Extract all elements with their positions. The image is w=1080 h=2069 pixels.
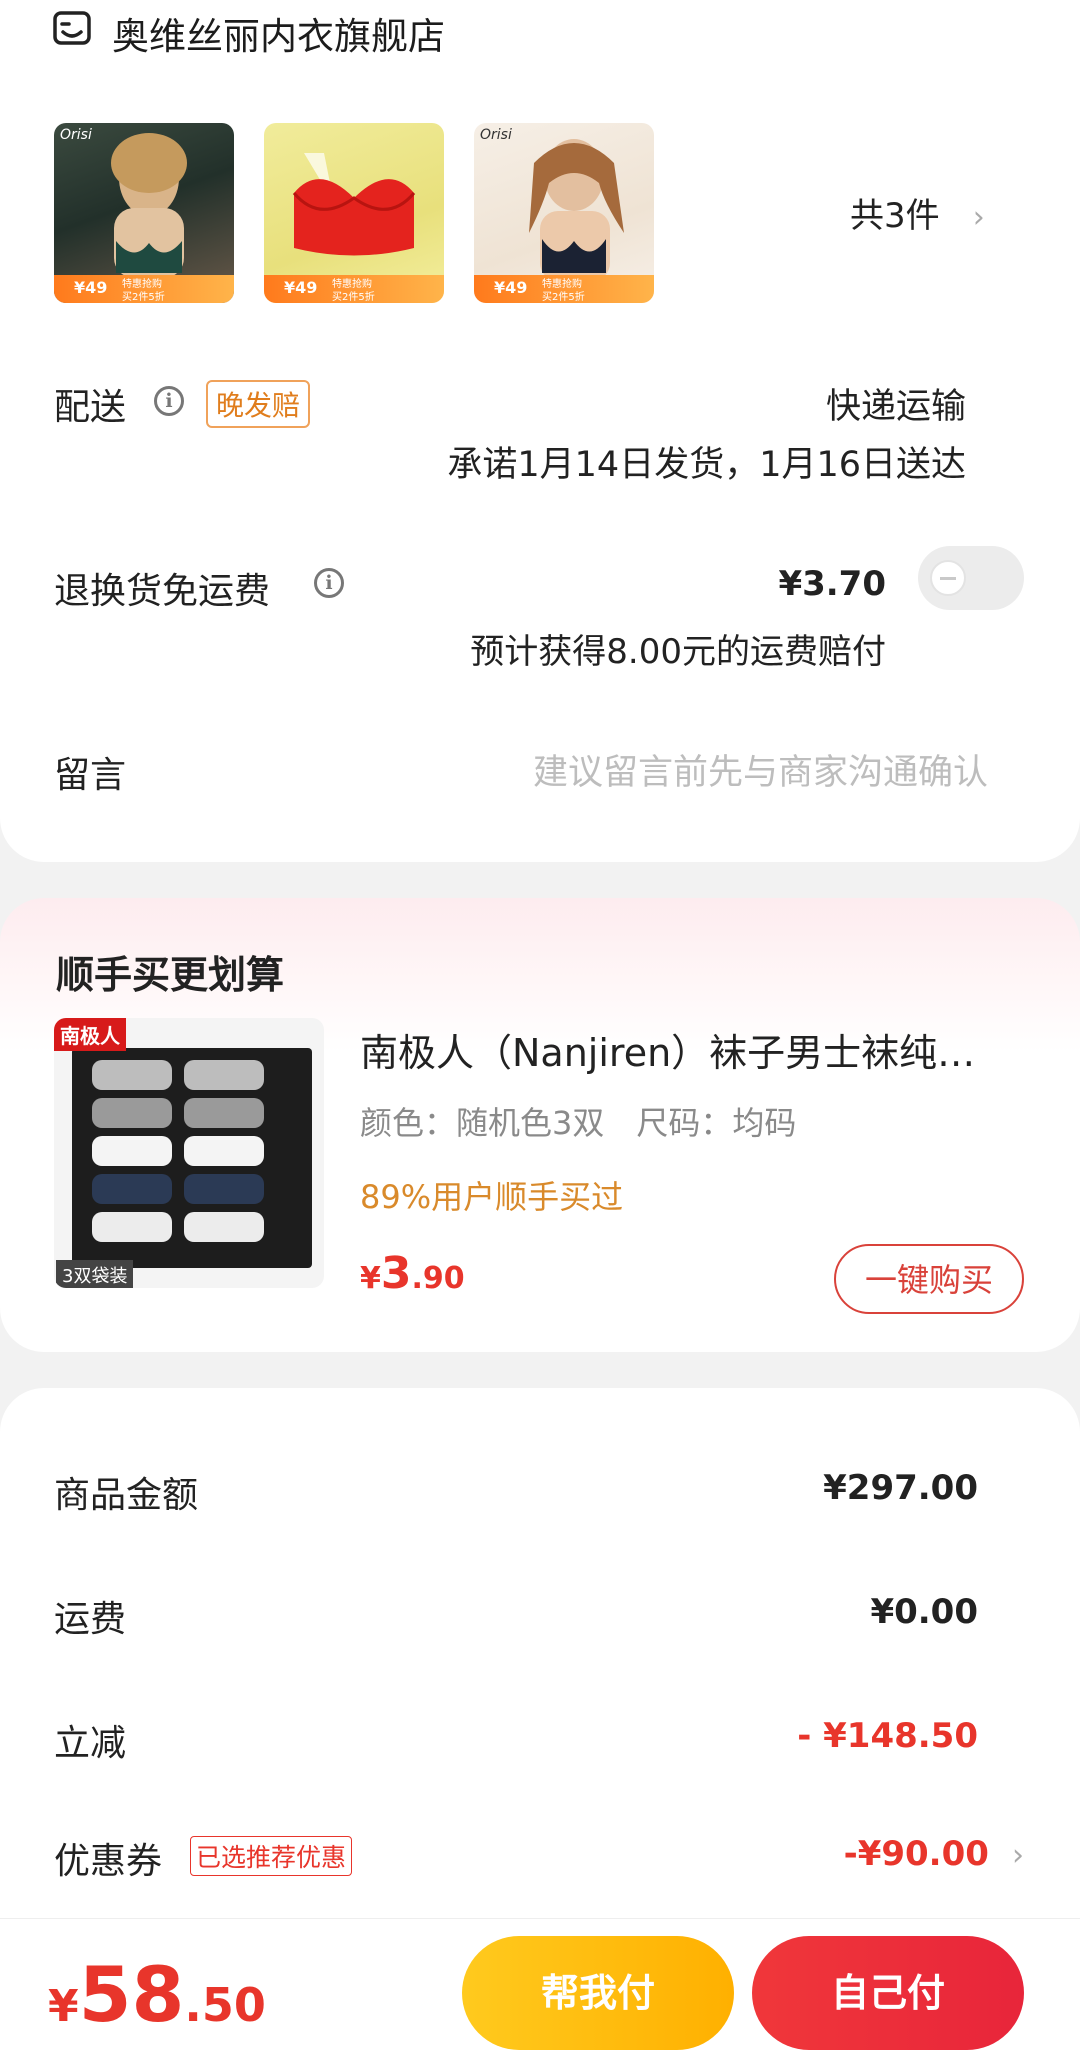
product-count-label: 共3件 — [850, 196, 940, 236]
order-card: 奥维丝丽内衣旗舰店 Orisi ¥49 特惠抢购 买2件5折 ¥49 特惠抢购 … — [0, 0, 1080, 862]
help-pay-button[interactable]: 帮我付 — [462, 1936, 734, 2050]
upsell-product-stat: 89%用户顺手买过 — [360, 1178, 624, 1216]
brand-mark: 南极人 — [54, 1018, 126, 1051]
one-click-buy-button[interactable]: 一键购买 — [834, 1244, 1024, 1314]
subtotal-label: 商品金额 — [54, 1475, 199, 1516]
product-promo-tag: ¥49 特惠抢购 买2件5折 — [474, 275, 654, 303]
upsell-product-image[interactable]: 南极人 3双袋装 — [54, 1018, 324, 1288]
product-brand-mark: Orisi — [60, 127, 92, 143]
discount-label: 立减 — [54, 1723, 127, 1764]
coupon-value: -¥90.00 — [843, 1834, 989, 1874]
self-pay-button[interactable]: 自己付 — [752, 1936, 1024, 2050]
message-input[interactable]: 建议留言前先与商家沟通确认 — [533, 744, 988, 795]
chevron-right-icon: › — [1012, 1838, 1024, 1873]
product-thumb[interactable]: Orisi ¥49 特惠抢购 买2件5折 — [54, 123, 234, 303]
late-ship-badge: 晚发赔 — [206, 380, 311, 428]
upsell-product-name[interactable]: 南极人（Nanjiren）袜子男士袜纯… — [360, 1022, 975, 1077]
total-price: ¥58.50 — [48, 1950, 266, 2039]
promo-text: 买2件5折 — [332, 292, 375, 303]
info-icon[interactable]: i — [314, 568, 344, 598]
store-name[interactable]: 奥维丝丽内衣旗舰店 — [112, 6, 445, 60]
return-insurance-price: ¥3.70 — [778, 564, 886, 604]
message-label: 留言 — [54, 755, 127, 796]
subtotal-value: ¥297.00 — [823, 1468, 978, 1508]
upsell-product-spec: 颜色：随机色3双 尺码：均码 — [360, 1104, 797, 1142]
product-count-link[interactable]: 共3件 › — [850, 188, 985, 238]
product-promo-tag: ¥49 特惠抢购 买2件5折 — [54, 275, 234, 303]
coupon-row[interactable]: -¥90.00 › — [844, 1834, 1024, 1874]
return-insurance-note: 预计获得8.00元的运费赔付 — [470, 632, 886, 672]
product-thumb[interactable]: ¥49 特惠抢购 买2件5折 — [264, 123, 444, 303]
total-integer: 58 — [78, 1950, 185, 2039]
product-promo-tag: ¥49 特惠抢购 买2件5折 — [264, 275, 444, 303]
pack-label: 3双袋装 — [56, 1260, 134, 1288]
currency-symbol: ¥ — [48, 1981, 79, 2032]
socks-image — [72, 1048, 312, 1268]
currency-symbol: ¥ — [360, 1261, 381, 1296]
shipping-value: ¥0.00 — [870, 1592, 978, 1632]
toggle-knob — [930, 560, 966, 596]
promo-text: 买2件5折 — [122, 292, 165, 303]
return-insurance-label: 退换货免运费 — [54, 571, 271, 612]
product-thumb[interactable]: Orisi ¥49 特惠抢购 买2件5折 — [474, 123, 654, 303]
chevron-right-icon: › — [972, 200, 985, 235]
delivery-promise: 承诺1月14日发货，1月16日送达 — [447, 445, 966, 485]
promo-price: ¥49 — [74, 278, 108, 297]
upsell-title: 顺手买更划算 — [56, 953, 285, 997]
discount-value: - ¥148.50 — [797, 1716, 978, 1756]
product-brand-mark: Orisi — [480, 127, 512, 143]
info-icon[interactable]: i — [154, 386, 184, 416]
store-icon — [52, 10, 92, 50]
delivery-method[interactable]: 快递运输 — [826, 378, 966, 429]
upsell-price: ¥3.90 — [360, 1248, 465, 1299]
promo-text: 买2件5折 — [542, 292, 585, 303]
promo-price: ¥49 — [284, 278, 318, 297]
price-integer: 3 — [380, 1248, 412, 1299]
shipping-label: 运费 — [54, 1599, 127, 1640]
delivery-label: 配送 — [54, 387, 127, 428]
coupon-badge: 已选推荐优惠 — [190, 1836, 353, 1876]
total-decimal: .50 — [184, 1978, 266, 2032]
upsell-card: 顺手买更划算 南极人 3双袋装 南极人（Nanjiren）袜子男士袜纯… 颜色：… — [0, 898, 1080, 1352]
coupon-label: 优惠券 — [54, 1841, 163, 1882]
price-decimal: .90 — [411, 1261, 465, 1296]
promo-price: ¥49 — [494, 278, 528, 297]
